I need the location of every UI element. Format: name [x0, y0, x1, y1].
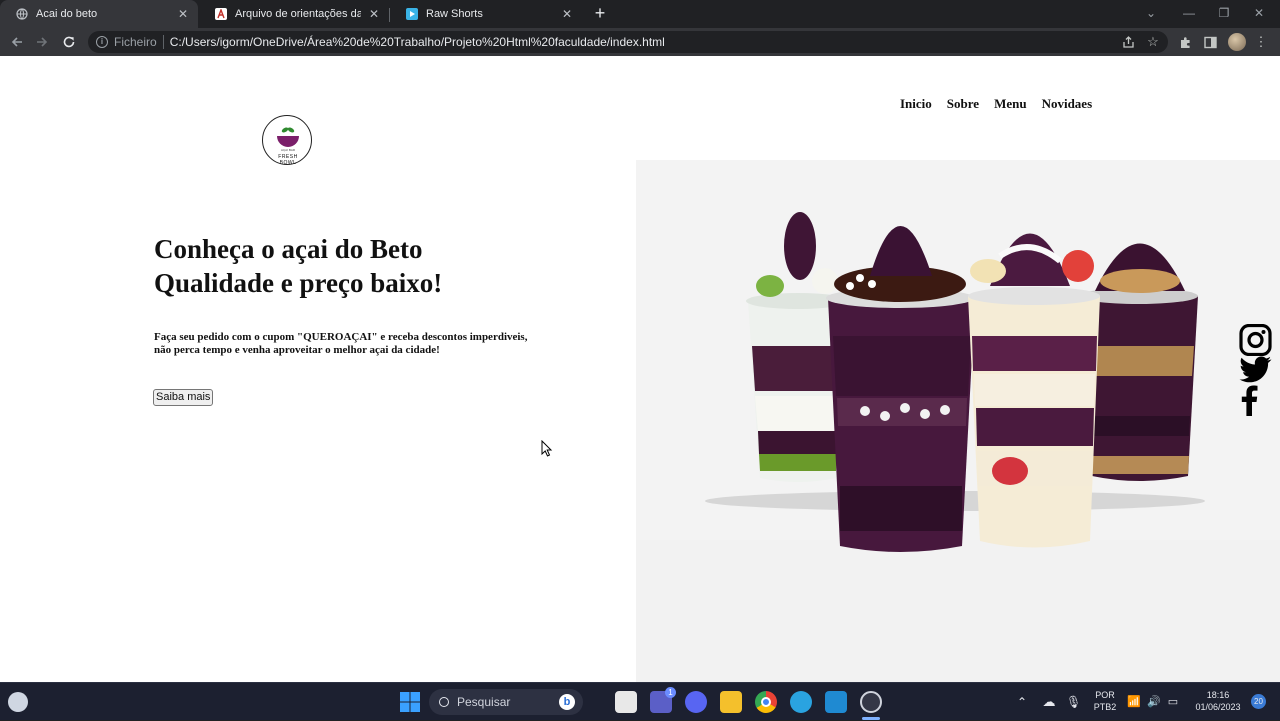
language-indicator[interactable]: POR PTB2	[1090, 683, 1120, 721]
new-tab-button[interactable]: +	[590, 3, 610, 23]
close-tab-icon[interactable]: ✕	[369, 7, 379, 21]
hero-description: Faça seu pedido com o cupom "QUEROAÇAI" …	[154, 331, 554, 357]
logo-text: FRESH BOWL	[278, 154, 298, 166]
close-tab-icon[interactable]: ✕	[562, 7, 572, 21]
profile-avatar[interactable]	[1228, 33, 1246, 51]
clock-date: 01/06/2023	[1195, 702, 1241, 712]
side-panel-icon[interactable]	[1199, 32, 1221, 52]
description-line-1: Faça seu pedido com o cupom "QUEROAÇAI" …	[154, 331, 528, 343]
bing-icon: b	[559, 694, 575, 710]
share-icon[interactable]	[1117, 32, 1139, 52]
address-url[interactable]: C:/Users/igorm/OneDrive/Área%20de%20Trab…	[170, 35, 665, 49]
address-bar[interactable]: i Ficheiro C:/Users/igorm/OneDrive/Área%…	[88, 31, 1168, 53]
mouse-cursor-icon	[541, 440, 553, 457]
vscode-icon[interactable]	[825, 691, 847, 713]
globe-icon	[16, 8, 28, 20]
nav-link-inicio[interactable]: Inicio	[900, 96, 932, 112]
tab-arquivo[interactable]: Arquivo de orientações da ativid ✕	[199, 0, 389, 28]
close-tab-icon[interactable]: ✕	[178, 7, 188, 21]
widgets-weather-icon[interactable]	[8, 692, 28, 712]
acai-cups-image	[705, 212, 1205, 552]
facebook-icon[interactable]	[1240, 384, 1258, 421]
saiba-mais-button[interactable]: Saiba mais	[153, 389, 214, 406]
cup-strawberry	[968, 233, 1100, 548]
main-nav: Inicio Sobre Menu Novidaes	[900, 96, 1092, 112]
nav-link-sobre[interactable]: Sobre	[947, 96, 979, 112]
nav-link-menu[interactable]: Menu	[994, 96, 1027, 112]
headline-line-1: Conheça o açai do Beto	[154, 234, 423, 264]
bookmark-star-icon[interactable]: ☆	[1142, 32, 1164, 52]
play-icon	[406, 8, 418, 20]
fresh-bowl-logo[interactable]: AÇAI BAR FRESH BOWL	[262, 115, 312, 166]
telegram-icon[interactable]	[790, 691, 812, 713]
web-page: AÇAI BAR FRESH BOWL Inicio Sobre Menu No…	[0, 56, 1280, 682]
forward-arrow-icon[interactable]	[31, 32, 53, 52]
tab-strip: Acai do beto ✕ Arquivo de orientações da…	[0, 0, 1280, 28]
nav-link-novidades[interactable]: Novidaes	[1042, 96, 1093, 112]
reload-icon[interactable]	[58, 32, 80, 52]
search-label: Pesquisar	[457, 695, 511, 709]
onedrive-cloud-icon[interactable]: ☁	[1040, 683, 1058, 721]
back-arrow-icon[interactable]	[6, 32, 28, 52]
tab-title: Raw Shorts	[426, 8, 483, 20]
battery-icon[interactable]: ▭	[1165, 683, 1181, 721]
cup-chocolate	[826, 226, 975, 552]
notification-count-badge[interactable]: 20	[1251, 694, 1266, 709]
site-info-icon[interactable]: i	[96, 36, 108, 48]
taskbar-search[interactable]: Pesquisar b	[429, 689, 583, 715]
document-a-icon	[215, 8, 227, 20]
teams-icon[interactable]: 1	[650, 687, 676, 713]
browser-toolbar: i Ficheiro C:/Users/igorm/OneDrive/Área%…	[0, 28, 1280, 56]
keyboard-layout: PTB2	[1093, 702, 1117, 712]
teams-badge: 1	[665, 687, 676, 698]
address-divider	[162, 35, 164, 49]
microphone-icon[interactable]: 🎙	[1066, 683, 1081, 721]
minimize-icon[interactable]: —	[1172, 0, 1206, 28]
tray-overflow-chevron-icon[interactable]: ⌃	[1014, 683, 1030, 721]
obs-icon[interactable]	[860, 691, 882, 713]
language-code: POR	[1095, 690, 1115, 700]
tab-title: Acai do beto	[36, 8, 98, 20]
wifi-icon[interactable]: 📶	[1126, 683, 1142, 721]
discord-icon[interactable]	[685, 691, 707, 713]
tab-acai-do-beto[interactable]: Acai do beto ✕	[0, 0, 198, 28]
task-view-icon[interactable]	[615, 691, 637, 713]
headline-line-2: Qualidade e preço baixo!	[154, 268, 443, 298]
description-line-2: não perca tempo e venha aproveitar o mel…	[154, 344, 440, 356]
svg-text:AÇAI BAR: AÇAI BAR	[281, 148, 296, 152]
hero-headline: Conheça o açai do Beto Qualidade e preço…	[154, 232, 442, 300]
windows-taskbar: Pesquisar b 1 ⌃ ☁ 🎙 POR PTB2 📶 🔊 ▭ 18:16…	[0, 682, 1280, 720]
tab-title: Arquivo de orientações da ativid	[235, 8, 361, 20]
menu-kebab-icon[interactable]: ⋮	[1250, 32, 1272, 52]
clock-time: 18:16	[1206, 690, 1230, 700]
extensions-puzzle-icon[interactable]	[1174, 32, 1196, 52]
windows-start-icon[interactable]	[399, 691, 421, 713]
close-window-icon[interactable]: ✕	[1242, 0, 1276, 28]
clock[interactable]: 18:16 01/06/2023	[1188, 683, 1248, 721]
file-explorer-icon[interactable]	[720, 691, 742, 713]
search-icon	[439, 697, 449, 707]
address-scheme: Ficheiro	[114, 35, 157, 49]
chrome-icon[interactable]	[755, 691, 777, 713]
tab-search-chevron-icon[interactable]: ⌄	[1134, 0, 1168, 28]
volume-icon[interactable]: 🔊	[1146, 683, 1162, 721]
tab-raw-shorts[interactable]: Raw Shorts ✕	[390, 0, 582, 28]
restore-icon[interactable]: ❐	[1207, 0, 1241, 28]
